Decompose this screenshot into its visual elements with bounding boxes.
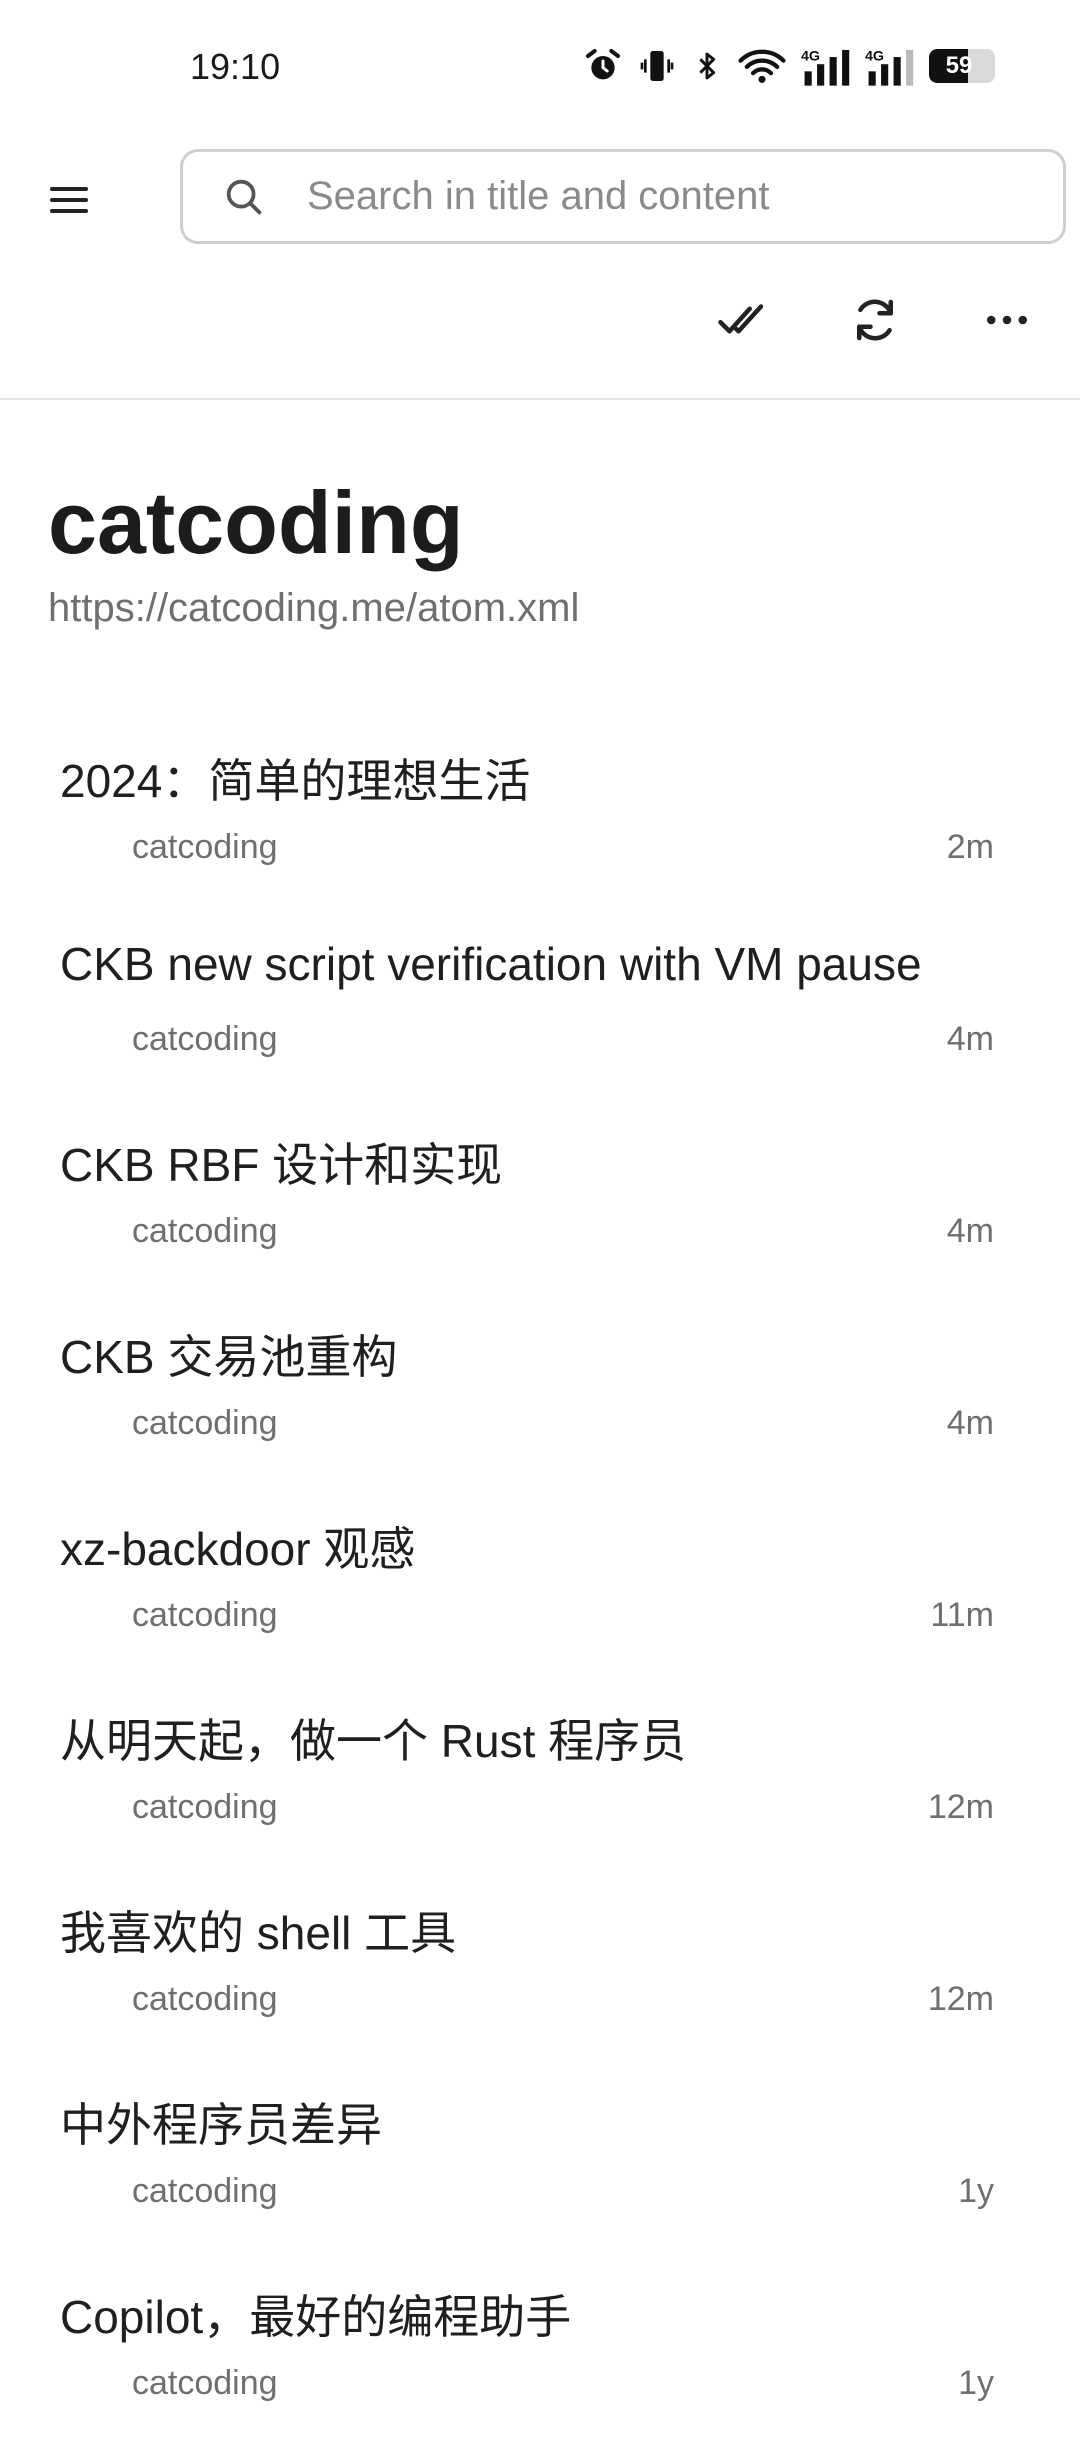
article-author: catcoding <box>132 1020 278 1058</box>
status-time: 19:10 <box>190 46 281 87</box>
double-check-icon <box>718 304 764 334</box>
article-time: 4m <box>946 1404 994 1442</box>
article-item[interactable]: 从明天起，做一个 Rust 程序员 catcoding 12m <box>0 1680 1080 1872</box>
refresh-button[interactable] <box>842 287 908 353</box>
article-time: 1y <box>958 2364 994 2402</box>
top-bar <box>0 135 1080 265</box>
bluetooth-icon <box>699 52 716 80</box>
article-time: 1y <box>958 2172 994 2210</box>
article-item[interactable]: 我喜欢的 shell 工具 catcoding 12m <box>0 1872 1080 2064</box>
article-title: Copilot，最好的编程助手 <box>60 2291 572 2343</box>
mark-all-read-button[interactable] <box>710 287 776 353</box>
article-time: 2m <box>946 828 994 866</box>
hamburger-menu-icon[interactable] <box>50 178 94 222</box>
action-bar <box>0 265 1080 400</box>
search-box[interactable] <box>180 149 1066 244</box>
article-author: catcoding <box>132 1596 278 1634</box>
article-author: catcoding <box>132 1404 278 1442</box>
article-title: CKB RBF 设计和实现 <box>60 1139 503 1191</box>
article-time: 12m <box>927 1980 994 2018</box>
article-author: catcoding <box>132 1980 278 2018</box>
vibrate-icon <box>640 51 674 81</box>
search-input[interactable] <box>307 174 1007 219</box>
more-options-button[interactable] <box>974 287 1040 353</box>
article-title: 我喜欢的 shell 工具 <box>60 1907 457 1959</box>
article-author: catcoding <box>132 2364 278 2402</box>
article-item[interactable]: CKB new script verification with VM paus… <box>0 912 1080 1104</box>
battery-percent: 59 <box>945 52 973 79</box>
article-item[interactable]: Copilot，最好的编程助手 catcoding 1y <box>0 2256 1080 2448</box>
article-title: 从明天起，做一个 Rust 程序员 <box>60 1715 687 1767</box>
article-author: catcoding <box>132 828 278 866</box>
article-author: catcoding <box>132 1212 278 1250</box>
more-horizontal-icon <box>986 315 1028 325</box>
svg-text:4G: 4G <box>801 49 820 65</box>
article-time: 4m <box>946 1020 994 1058</box>
status-bar: 19:10 4G 4G 59 <box>0 0 1080 135</box>
status-icons: 4G 4G 59 <box>583 44 995 88</box>
feed-url[interactable]: https://catcoding.me/atom.xml <box>48 586 1048 631</box>
alarm-icon <box>586 49 620 80</box>
svg-text:4G: 4G <box>865 49 884 65</box>
article-title: 中外程序员差异 <box>60 2099 382 2151</box>
article-item[interactable]: 中外程序员差异 catcoding 1y <box>0 2064 1080 2256</box>
battery-icon: 59 <box>929 49 995 83</box>
signal-4g-icon: 4G <box>801 49 850 86</box>
article-title: xz-backdoor 观感 <box>60 1523 416 1575</box>
wifi-icon <box>738 49 786 83</box>
article-time: 4m <box>946 1212 994 1250</box>
article-time: 11m <box>930 1596 994 1634</box>
article-title: CKB new script verification with VM paus… <box>60 938 922 990</box>
article-item[interactable]: CKB 交易池重构 catcoding 4m <box>0 1296 1080 1488</box>
refresh-icon <box>857 299 893 341</box>
article-author: catcoding <box>132 1788 278 1826</box>
article-item[interactable]: CKB RBF 设计和实现 catcoding 4m <box>0 1104 1080 1296</box>
article-title: CKB 交易池重构 <box>60 1331 398 1383</box>
article-item[interactable]: xz-backdoor 观感 catcoding 11m <box>0 1488 1080 1680</box>
signal-4g-2-icon: 4G <box>865 49 914 86</box>
article-item[interactable]: 2024：简单的理想生活 catcoding 2m <box>0 720 1080 912</box>
feed-header: catcoding https://catcoding.me/atom.xml <box>48 473 1048 631</box>
article-author: catcoding <box>132 2172 278 2210</box>
article-title: 2024：简单的理想生活 <box>60 755 531 807</box>
article-list: 2024：简单的理想生活 catcoding 2m CKB new script… <box>0 720 1080 2448</box>
article-time: 12m <box>927 1788 994 1826</box>
feed-title: catcoding <box>48 473 464 572</box>
search-icon <box>226 179 262 214</box>
